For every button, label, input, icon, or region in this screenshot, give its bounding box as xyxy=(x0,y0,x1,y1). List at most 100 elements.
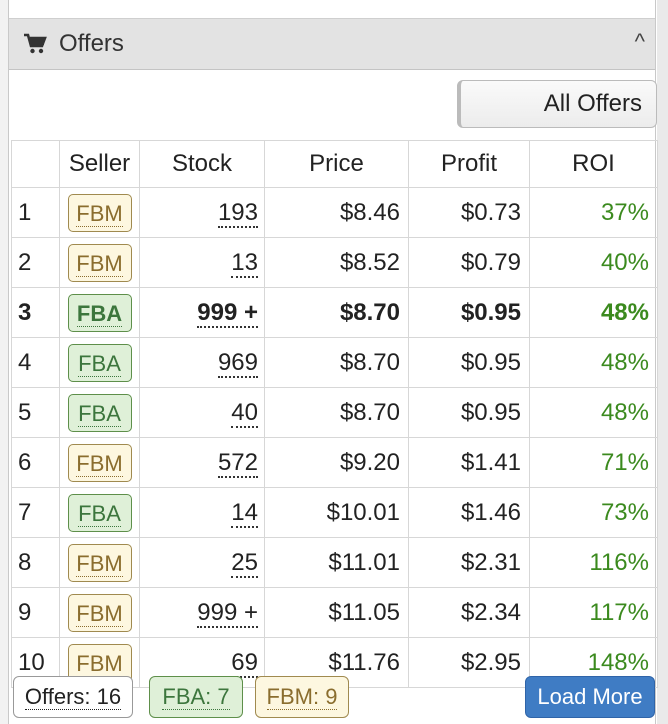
stock-cell: 572 xyxy=(139,437,265,488)
fbm-count-badge[interactable]: FBM: 9 xyxy=(255,676,349,718)
row-number: 5 xyxy=(11,387,60,438)
table-row[interactable]: 4 FBA 969 $8.70 $0.95 48% xyxy=(11,337,658,388)
seller-cell: FBM xyxy=(59,187,140,238)
seller-cell: FBA xyxy=(59,387,140,438)
stock-value[interactable]: 25 xyxy=(231,548,258,578)
row-number: 3 xyxy=(11,287,60,338)
seller-badge[interactable]: FBA xyxy=(67,293,132,332)
stock-cell: 40 xyxy=(139,387,265,438)
offers-panel: Offers ^ All Offers Seller Stock Price P… xyxy=(8,0,658,724)
fbm-count-label: FBM: 9 xyxy=(266,684,338,710)
stock-cell: 193 xyxy=(139,187,265,238)
seller-label: FBM xyxy=(76,250,123,277)
row-number: 9 xyxy=(11,587,60,638)
offers-count-label: Offers: 16 xyxy=(24,684,122,710)
seller-label: FBA xyxy=(76,300,123,327)
profit-cell: $0.95 xyxy=(408,337,530,388)
header-price[interactable]: Price xyxy=(264,140,409,188)
seller-label: FBM xyxy=(76,650,123,677)
row-number: 1 xyxy=(11,187,60,238)
cart-icon xyxy=(23,33,47,55)
price-cell: $10.01 xyxy=(264,487,409,538)
stock-cell: 25 xyxy=(139,537,265,588)
stock-value[interactable]: 193 xyxy=(217,198,258,228)
price-cell: $8.52 xyxy=(264,237,409,288)
profit-cell: $2.31 xyxy=(408,537,530,588)
seller-label: FBM xyxy=(76,450,123,477)
seller-badge[interactable]: FBM xyxy=(67,193,132,232)
stock-cell: 969 xyxy=(139,337,265,388)
header-stock[interactable]: Stock xyxy=(139,140,265,188)
roi-cell: 48% xyxy=(529,287,658,338)
price-cell: $8.70 xyxy=(264,387,409,438)
stock-value[interactable]: 14 xyxy=(231,498,258,528)
table-row[interactable]: 2 FBM 13 $8.52 $0.79 40% xyxy=(11,237,658,288)
price-cell: $8.70 xyxy=(264,287,409,338)
stock-value[interactable]: 969 xyxy=(217,348,258,378)
seller-badge[interactable]: FBM xyxy=(67,543,132,582)
table-row[interactable]: 9 FBM 999 + $11.05 $2.34 117% xyxy=(11,587,658,638)
seller-badge[interactable]: FBA xyxy=(67,493,132,532)
stock-value[interactable]: 999 + xyxy=(197,298,258,328)
profit-cell: $0.95 xyxy=(408,287,530,338)
stock-cell: 999 + xyxy=(139,587,265,638)
fba-count-badge[interactable]: FBA: 7 xyxy=(149,676,243,718)
chevron-up-icon[interactable]: ^ xyxy=(635,29,645,55)
top-strip xyxy=(9,0,655,18)
roi-cell: 116% xyxy=(529,537,658,588)
seller-cell: FBM xyxy=(59,537,140,588)
profit-cell: $0.95 xyxy=(408,387,530,438)
profit-cell: $1.41 xyxy=(408,437,530,488)
table-row[interactable]: 1 FBM 193 $8.46 $0.73 37% xyxy=(11,187,658,238)
roi-cell: 71% xyxy=(529,437,658,488)
seller-label: FBA xyxy=(78,500,121,527)
table-row[interactable]: 8 FBM 25 $11.01 $2.31 116% xyxy=(11,537,658,588)
table-row[interactable]: 3 FBA 999 + $8.70 $0.95 48% xyxy=(11,287,658,338)
stock-value[interactable]: 572 xyxy=(217,448,258,478)
header-roi[interactable]: ROI xyxy=(529,140,658,188)
seller-cell: FBA xyxy=(59,337,140,388)
price-cell: $11.01 xyxy=(264,537,409,588)
table-row[interactable]: 5 FBA 40 $8.70 $0.95 48% xyxy=(11,387,658,438)
load-more-button[interactable]: Load More xyxy=(525,676,655,718)
all-offers-button[interactable]: All Offers xyxy=(457,80,657,128)
table-row[interactable]: 6 FBM 572 $9.20 $1.41 71% xyxy=(11,437,658,488)
seller-badge[interactable]: FBM xyxy=(67,243,132,282)
roi-cell: 48% xyxy=(529,337,658,388)
seller-cell: FBM xyxy=(59,437,140,488)
profit-cell: $0.73 xyxy=(408,187,530,238)
seller-label: FBA xyxy=(78,350,121,377)
price-cell: $8.46 xyxy=(264,187,409,238)
roi-cell: 37% xyxy=(529,187,658,238)
seller-cell: FBM xyxy=(59,237,140,288)
seller-badge[interactable]: FBM xyxy=(67,593,132,632)
seller-label: FBM xyxy=(76,200,123,227)
roi-cell: 48% xyxy=(529,387,658,438)
header-profit[interactable]: Profit xyxy=(408,140,530,188)
table-header-row: Seller Stock Price Profit ROI xyxy=(11,140,658,188)
stock-value[interactable]: 69 xyxy=(231,648,258,678)
row-number: 7 xyxy=(11,487,60,538)
seller-badge[interactable]: FBA xyxy=(67,393,132,432)
stock-value[interactable]: 40 xyxy=(231,398,258,428)
row-number: 2 xyxy=(11,237,60,288)
stock-value[interactable]: 13 xyxy=(231,248,258,278)
stock-cell: 14 xyxy=(139,487,265,538)
roi-cell: 117% xyxy=(529,587,658,638)
row-number: 8 xyxy=(11,537,60,588)
fba-count-label: FBA: 7 xyxy=(162,684,230,710)
right-scroll-edge xyxy=(657,0,668,724)
seller-badge[interactable]: FBA xyxy=(67,343,132,382)
stock-cell: 13 xyxy=(139,237,265,288)
left-edge xyxy=(0,0,8,724)
offers-count-badge[interactable]: Offers: 16 xyxy=(13,676,133,718)
row-number: 4 xyxy=(11,337,60,388)
panel-title: Offers xyxy=(59,30,124,57)
profit-cell: $2.34 xyxy=(408,587,530,638)
seller-badge[interactable]: FBM xyxy=(67,443,132,482)
table-row[interactable]: 7 FBA 14 $10.01 $1.46 73% xyxy=(11,487,658,538)
header-seller[interactable]: Seller xyxy=(59,140,140,188)
price-cell: $11.05 xyxy=(264,587,409,638)
stock-value[interactable]: 999 + xyxy=(197,598,258,628)
panel-header[interactable]: Offers ^ xyxy=(9,18,655,70)
